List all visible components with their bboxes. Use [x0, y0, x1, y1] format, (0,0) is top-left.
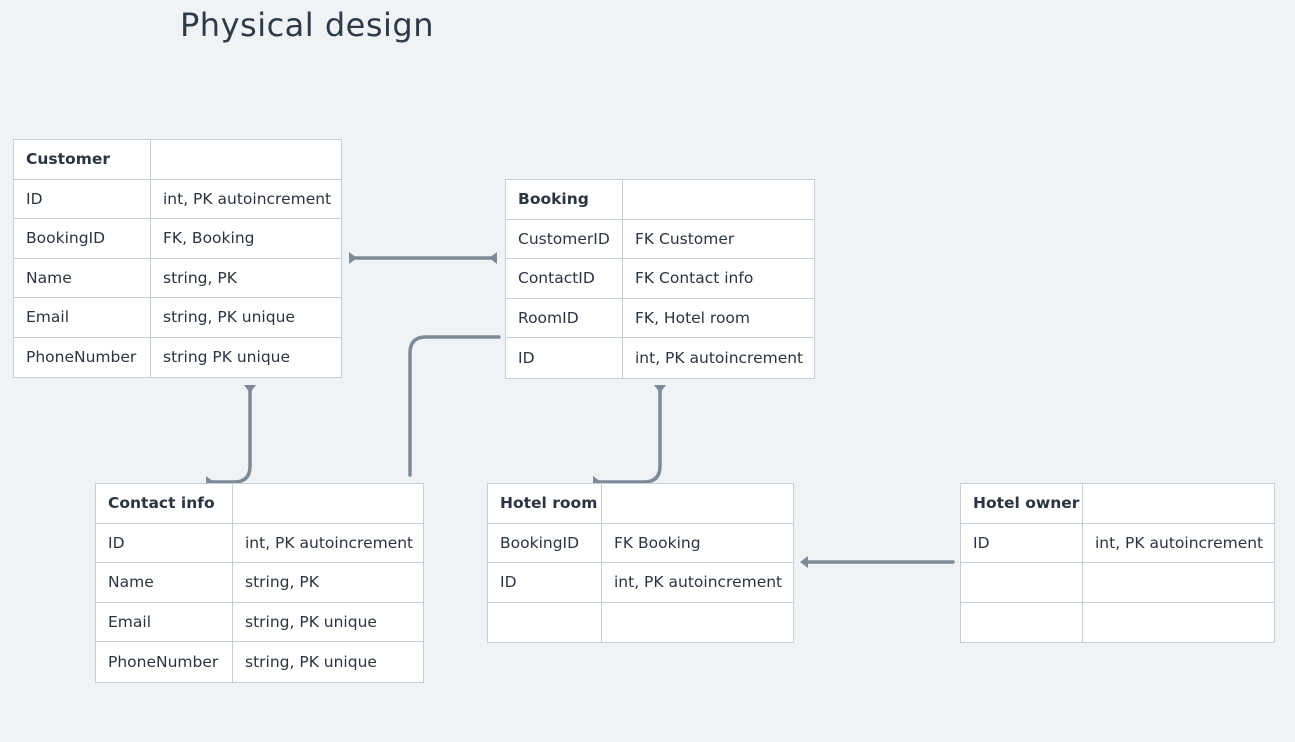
arrow-head-booking-side — [489, 252, 497, 264]
table-row: ID int, PK autoincrement — [961, 523, 1274, 563]
table-row: BookingID FK Booking — [488, 523, 793, 563]
table-row: Name string, PK — [96, 563, 423, 603]
table-row: RoomID FK, Hotel room — [506, 298, 814, 338]
table-row — [961, 602, 1274, 642]
table-row: BookingID FK, Booking — [14, 219, 341, 259]
connector-booking-hotelroom — [596, 388, 662, 484]
entity-title: Hotel owner — [961, 484, 1083, 523]
table-row: ID int, PK autoincrement — [506, 338, 814, 378]
table-row: ContactID FK Contact info — [506, 259, 814, 299]
table-row: CustomerID FK Customer — [506, 219, 814, 259]
entity-header: Contact info — [96, 484, 423, 524]
table-row: ID int, PK autoincrement — [488, 563, 793, 603]
arrow-head-customer-bottom — [244, 385, 256, 393]
table-row — [488, 602, 793, 642]
entity-contact-info[interactable]: Contact info ID int, PK autoincrement Na… — [95, 483, 424, 683]
connector-contact-booking — [408, 335, 501, 477]
entity-header: Hotel room — [488, 484, 793, 524]
entity-hotel-room[interactable]: Hotel room BookingID FK Booking ID int, … — [487, 483, 794, 643]
arrow-head-booking-bottom — [654, 385, 666, 393]
entity-header: Hotel owner — [961, 484, 1274, 524]
table-row: ID int, PK autoincrement — [96, 523, 423, 563]
table-row — [961, 563, 1274, 603]
entity-header: Booking — [506, 180, 814, 220]
arrow-head-hotelroom-right — [800, 556, 808, 568]
entity-hotel-owner[interactable]: Hotel owner ID int, PK autoincrement — [960, 483, 1275, 643]
table-row: PhoneNumber string, PK unique — [96, 642, 423, 682]
entity-title: Booking — [506, 180, 623, 219]
connector-customer-contact — [210, 388, 252, 484]
table-row: ID int, PK autoincrement — [14, 179, 341, 219]
table-row: Email string, PK unique — [14, 298, 341, 338]
table-row: PhoneNumber string PK unique — [14, 337, 341, 377]
entity-booking[interactable]: Booking CustomerID FK Customer ContactID… — [505, 179, 815, 379]
entity-title: Customer — [14, 140, 151, 179]
table-row: Name string, PK — [14, 258, 341, 298]
entity-header: Customer — [14, 140, 341, 180]
arrow-head-customer-side — [349, 252, 357, 264]
table-row: Email string, PK unique — [96, 602, 423, 642]
entity-customer[interactable]: Customer ID int, PK autoincrement Bookin… — [13, 139, 342, 378]
entity-title: Hotel room — [488, 484, 602, 523]
entity-title: Contact info — [96, 484, 233, 523]
